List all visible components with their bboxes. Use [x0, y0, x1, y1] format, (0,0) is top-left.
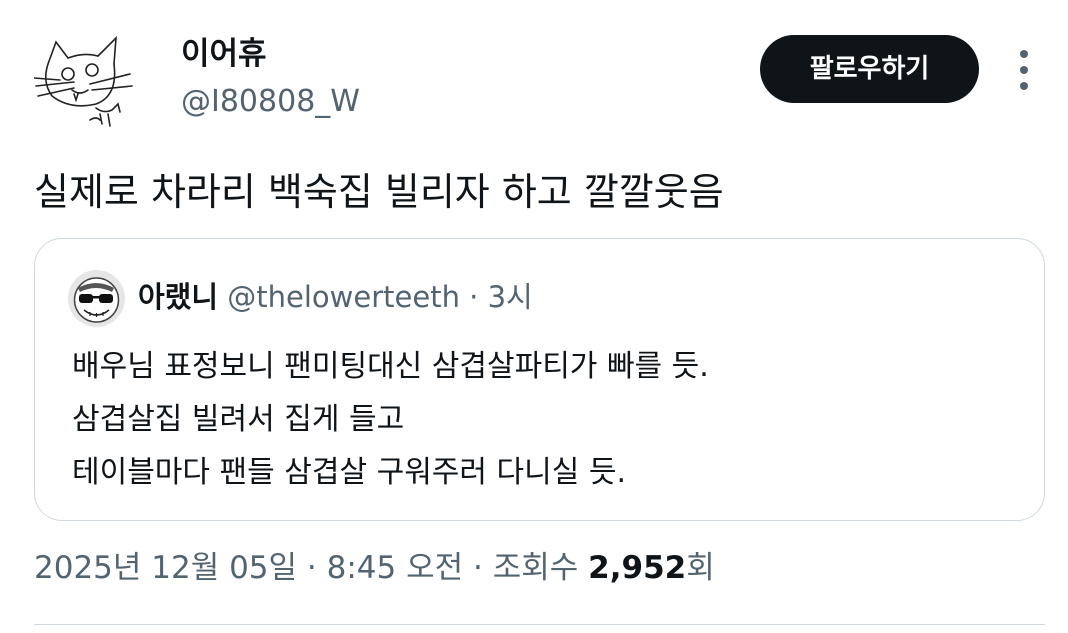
author-handle[interactable]: @I80808_W	[181, 82, 360, 122]
follow-button[interactable]: 팔로우하기	[760, 35, 979, 103]
author-display-name[interactable]: 이어휴	[181, 34, 267, 74]
quote-separator: ·	[469, 280, 479, 314]
quote-display-name[interactable]: 아랬니	[138, 280, 218, 314]
more-vertical-icon[interactable]	[1012, 50, 1036, 90]
quote-handle[interactable]: @thelowerteeth	[227, 280, 460, 314]
views-suffix: 회	[686, 550, 715, 586]
quote-timestamp[interactable]: 3시	[488, 280, 533, 314]
more-dot	[1020, 66, 1028, 74]
tweet-meta: 2025년 12월 05일 · 8:45 오전 · 조회수 2,952회	[34, 546, 715, 590]
sunglasses-face-avatar-icon[interactable]	[68, 270, 125, 327]
views-label: 조회수	[492, 550, 579, 586]
tweet-time[interactable]: 8:45 오전	[327, 550, 464, 586]
quote-tweet-card[interactable]: 아랬니 @thelowerteeth · 3시 배우님 표정보니 팬미팅대신 삼…	[34, 238, 1045, 521]
divider	[34, 624, 1045, 625]
quote-text-line: 배우님 표정보니 팬미팅대신 삼겹살파티가 빠를 듯.	[72, 349, 709, 384]
tweet-detail: 이어휴 @I80808_W 팔로우하기 실제로 차라리 백숙집 빌리자 하고 깔…	[0, 0, 1068, 633]
quote-text-line: 테이블마다 팬들 삼겹살 구워주러 다니실 듯.	[72, 455, 627, 490]
quote-text-line: 삼겹살집 빌려서 집게 들고	[72, 402, 405, 437]
quote-header: 아랬니 @thelowerteeth · 3시	[138, 277, 533, 317]
views-count: 2,952	[588, 550, 687, 586]
tweet-date[interactable]: 2025년 12월 05일	[34, 550, 297, 586]
meta-separator: ·	[306, 550, 317, 586]
quote-text: 배우님 표정보니 팬미팅대신 삼겹살파티가 빠를 듯. 삼겹살집 빌려서 집게 …	[72, 340, 709, 499]
cat-doodle-avatar-icon[interactable]	[33, 34, 134, 134]
meta-separator: ·	[473, 550, 483, 586]
more-dot	[1020, 82, 1028, 90]
more-dot	[1020, 50, 1028, 58]
tweet-text: 실제로 차라리 백숙집 빌리자 하고 깔깔웃음	[34, 170, 724, 214]
